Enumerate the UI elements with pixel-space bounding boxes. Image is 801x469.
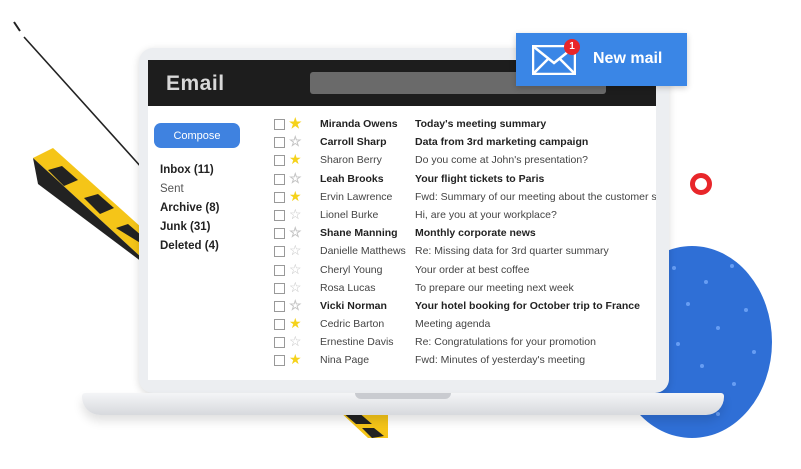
mail-sender: Nina Page: [320, 354, 370, 367]
checkbox-icon[interactable]: [274, 191, 285, 203]
checkbox-icon[interactable]: [274, 137, 285, 149]
star-icon[interactable]: ☆: [289, 224, 302, 240]
folder-list: Inbox (11) Sent Archive (8) Junk (31) Delete…: [160, 161, 219, 256]
mail-sender: Danielle Matthews: [320, 245, 406, 258]
checkbox-icon[interactable]: [274, 337, 285, 349]
checkbox-icon[interactable]: [274, 173, 285, 185]
mail-subject: Re: Missing data for 3rd quarter summary: [415, 245, 609, 258]
mail-subject: Your hotel booking for October trip to F…: [415, 299, 640, 312]
mail-row[interactable]: ☆ Vicki Norman Your hotel booking for Octo…: [272, 297, 656, 316]
mail-sender: Lionel Burke: [320, 208, 379, 221]
star-icon[interactable]: ★: [289, 315, 302, 331]
notification-badge: 1: [564, 39, 580, 55]
star-icon[interactable]: ★: [289, 115, 302, 131]
mail-sender: Cheryl Young: [320, 263, 383, 276]
mail-row[interactable]: ★ Cedric Barton Meeting agenda: [272, 315, 656, 334]
mail-row[interactable]: ☆ Rosa Lucas To prepare our meeting next w…: [272, 279, 656, 298]
sidebar-folder[interactable]: Archive (8): [160, 199, 219, 218]
sidebar-folder[interactable]: Junk (31): [160, 218, 219, 237]
star-icon[interactable]: ☆: [289, 206, 302, 222]
email-app-window: Email Compose Inbox (11) Sent Archive (8) J…: [148, 60, 656, 380]
star-icon[interactable]: ★: [289, 151, 302, 167]
mail-row[interactable]: ★ Miranda Owens Today's meeting summary: [272, 115, 656, 134]
app-title: Email: [166, 72, 225, 95]
star-icon[interactable]: ☆: [289, 333, 302, 349]
sidebar-folder[interactable]: Inbox (11): [160, 161, 219, 180]
checkbox-icon[interactable]: [274, 155, 285, 167]
mail-subject: Meeting agenda: [415, 318, 491, 331]
mail-sender: Rosa Lucas: [320, 281, 376, 294]
mail-row[interactable]: ☆ Leah Brooks Your flight tickets to Paris: [272, 170, 656, 189]
mail-sender: Ervin Lawrence: [320, 190, 393, 203]
mail-subject: Monthly corporate news: [415, 227, 536, 240]
checkbox-icon[interactable]: [274, 319, 285, 331]
star-icon[interactable]: ★: [289, 351, 302, 367]
notification-label: New mail: [593, 50, 663, 67]
star-icon[interactable]: ☆: [289, 297, 302, 313]
mail-subject: Data from 3rd marketing campaign: [415, 136, 589, 149]
mail-subject: Fwd: Summary of our meeting about the cu…: [415, 190, 656, 203]
checkbox-icon[interactable]: [274, 300, 285, 312]
mail-subject: Your flight tickets to Paris: [415, 172, 545, 185]
decorative-ring: [690, 173, 712, 195]
checkbox-icon[interactable]: [274, 228, 285, 240]
checkbox-icon[interactable]: [274, 282, 285, 294]
star-icon[interactable]: ☆: [289, 133, 302, 149]
mail-sender: Miranda Owens: [320, 118, 398, 130]
star-icon[interactable]: ☆: [289, 279, 302, 295]
mail-row[interactable]: ☆ Lionel Burke Hi, are you at your workpla…: [272, 206, 656, 225]
mail-subject: To prepare our meeting next week: [415, 281, 574, 294]
sidebar-folder[interactable]: Sent: [160, 180, 219, 199]
star-icon[interactable]: ★: [289, 188, 302, 204]
mail-sender: Leah Brooks: [320, 172, 384, 185]
mail-subject: Do you come at John's presentation?: [415, 154, 589, 167]
mail-row[interactable]: ☆ Carroll Sharp Data from 3rd marketing ca…: [272, 133, 656, 152]
mail-sender: Carroll Sharp: [320, 136, 387, 149]
mail-subject: Your order at best coffee: [415, 263, 530, 276]
laptop-notch: [355, 393, 451, 399]
mail-subject: Fwd: Minutes of yesterday's meeting: [415, 354, 586, 367]
mail-row[interactable]: ★ Nina Page Fwd: Minutes of yesterday's me…: [272, 351, 656, 370]
mail-row[interactable]: ★ Ervin Lawrence Fwd: Summary of our meeti…: [272, 188, 656, 207]
compose-button[interactable]: Compose: [154, 123, 240, 148]
mail-sender: Ernestine Davis: [320, 336, 394, 349]
mail-sender: Shane Manning: [320, 227, 398, 240]
mail-subject: Re: Congratulations for your promotion: [415, 336, 596, 349]
mail-row[interactable]: ☆ Shane Manning Monthly corporate news: [272, 224, 656, 243]
checkbox-icon[interactable]: [274, 355, 285, 367]
checkbox-icon[interactable]: [274, 264, 285, 276]
mail-sender: Sharon Berry: [320, 154, 382, 167]
checkbox-icon[interactable]: [274, 119, 285, 130]
mail-sender: Cedric Barton: [320, 318, 385, 331]
checkbox-icon[interactable]: [274, 209, 285, 221]
mail-subject: Today's meeting summary: [415, 118, 547, 130]
mail-row[interactable]: ★ Sharon Berry Do you come at John's prese…: [272, 151, 656, 170]
new-mail-notification[interactable]: 1 New mail: [516, 33, 687, 86]
mail-row[interactable]: ☆ Cheryl Young Your order at best coffee: [272, 261, 656, 280]
star-icon[interactable]: ☆: [289, 170, 302, 186]
mail-row[interactable]: ☆ Danielle Matthews Re: Missing data for 3…: [272, 242, 656, 261]
mail-list: ★ Miranda Owens Today's meeting summary ☆ Ca…: [272, 115, 656, 371]
star-icon[interactable]: ☆: [289, 242, 302, 258]
checkbox-icon[interactable]: [274, 246, 285, 258]
sidebar-folder[interactable]: Deleted (4): [160, 237, 219, 256]
star-icon[interactable]: ☆: [289, 261, 302, 277]
mail-row[interactable]: ☆ Ernestine Davis Re: Congratulations for …: [272, 333, 656, 352]
mail-subject: Hi, are you at your workplace?: [415, 208, 557, 221]
mail-sender: Vicki Norman: [320, 299, 387, 312]
